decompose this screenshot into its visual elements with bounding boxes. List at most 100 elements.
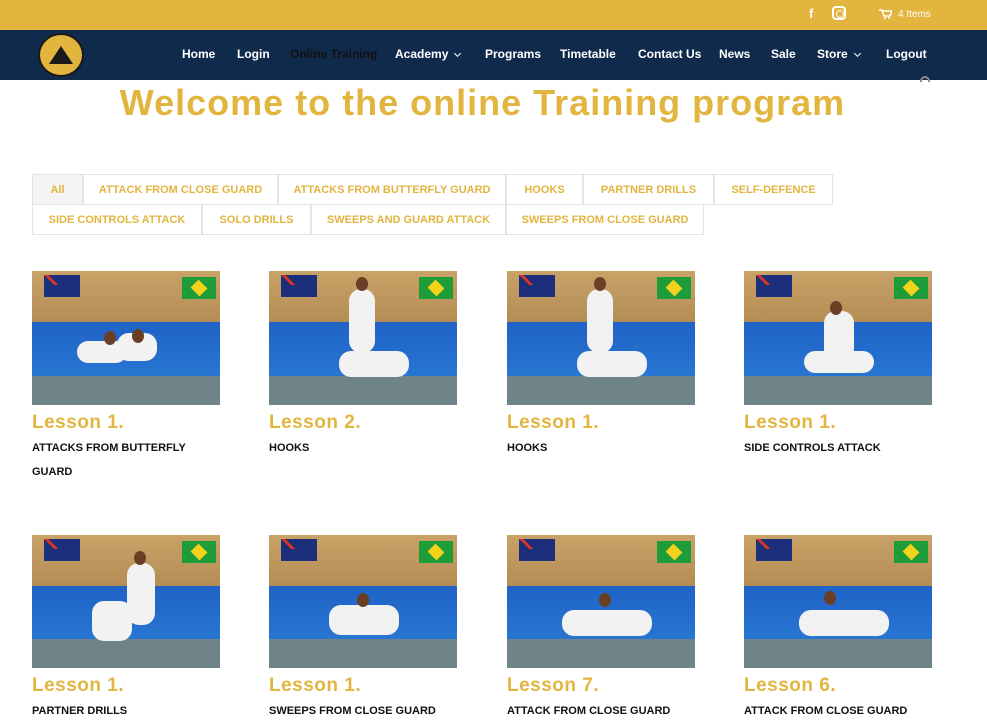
athlete-figure — [577, 351, 647, 377]
brazil-flag-icon — [182, 277, 216, 299]
thumbnail-floor — [269, 375, 457, 405]
athlete-head — [356, 277, 368, 291]
athlete-figure — [562, 610, 652, 636]
filter-sweeps-from-close-guard[interactable]: SWEEPS FROM CLOSE GUARD — [506, 204, 704, 235]
athlete-figure — [339, 351, 409, 377]
filter-attacks-from-butterfly-guard[interactable]: ATTACKS FROM BUTTERFLY GUARD — [278, 174, 506, 205]
athlete-head — [599, 593, 611, 607]
nav-label: Online Training — [290, 47, 378, 61]
athlete-head — [830, 301, 842, 315]
top-bar: f 4 Items — [0, 0, 987, 30]
nav-item-login[interactable]: Login — [237, 47, 270, 61]
nav-item-store[interactable]: Store — [817, 47, 861, 61]
nav-label: Contact Us — [638, 47, 702, 61]
thumbnail-floor — [744, 375, 932, 405]
lesson-category[interactable]: ATTACKS FROM BUTTERFLY GUARD — [32, 436, 197, 484]
lesson-thumbnail[interactable] — [744, 535, 932, 668]
filter-hooks[interactable]: HOOKS — [506, 174, 583, 205]
nav-item-academy[interactable]: Academy — [395, 47, 462, 61]
nav-label: Logout — [886, 47, 927, 61]
lesson-title[interactable]: Lesson 1. — [32, 412, 124, 434]
facebook-icon[interactable]: f — [809, 6, 813, 21]
nav-item-programs[interactable]: Programs — [485, 47, 541, 61]
australia-flag-icon — [756, 275, 792, 297]
australia-flag-icon — [756, 539, 792, 561]
lesson-title[interactable]: Lesson 1. — [32, 675, 124, 697]
athlete-figure — [587, 289, 613, 353]
lesson-thumbnail[interactable] — [269, 271, 457, 405]
cart-count[interactable]: 4 Items — [898, 9, 931, 20]
nav-label: Academy — [395, 47, 449, 61]
lesson-thumbnail[interactable] — [507, 271, 695, 405]
australia-flag-icon — [281, 275, 317, 297]
athlete-figure — [329, 605, 399, 635]
nav-item-logout[interactable]: Logout — [886, 47, 927, 61]
australia-flag-icon — [519, 275, 555, 297]
filter-sweeps-and-guard-attack[interactable]: SWEEPS AND GUARD ATTACK — [311, 204, 506, 235]
thumbnail-floor — [32, 375, 220, 405]
nav-item-sale[interactable]: Sale — [771, 47, 796, 61]
instagram-icon[interactable] — [832, 6, 846, 20]
lesson-category[interactable]: PARTNER DRILLS — [32, 699, 222, 721]
athlete-figure — [349, 289, 375, 353]
lesson-thumbnail[interactable] — [32, 535, 220, 668]
lesson-title[interactable]: Lesson 2. — [269, 412, 361, 434]
filter-partner-drills[interactable]: PARTNER DRILLS — [583, 174, 714, 205]
lesson-thumbnail[interactable] — [507, 535, 695, 668]
athlete-head — [357, 593, 369, 607]
lesson-category[interactable]: ATTACK FROM CLOSE GUARD — [507, 699, 697, 721]
australia-flag-icon — [44, 275, 80, 297]
lesson-title[interactable]: Lesson 1. — [744, 412, 836, 434]
athlete-head — [132, 329, 144, 343]
lesson-title[interactable]: Lesson 6. — [744, 675, 836, 697]
brazil-flag-icon — [657, 541, 691, 563]
filter-side-controls-attack[interactable]: SIDE CONTROLS ATTACK — [32, 204, 202, 235]
nav-item-home[interactable]: Home — [182, 47, 215, 61]
nav-label: News — [719, 47, 751, 61]
nav-item-contact-us[interactable]: Contact Us — [638, 47, 701, 61]
lesson-thumbnail[interactable] — [32, 271, 220, 405]
filter-solo-drills[interactable]: SOLO DRILLS — [202, 204, 311, 235]
nav-label: Login — [237, 47, 270, 61]
thumbnail-floor — [507, 375, 695, 405]
nav-label: Timetable — [560, 47, 616, 61]
australia-flag-icon — [519, 539, 555, 561]
athlete-head — [134, 551, 146, 565]
lesson-title[interactable]: Lesson 1. — [269, 675, 361, 697]
filter-self-defence[interactable]: SELF-DEFENCE — [714, 174, 833, 205]
lesson-thumbnail[interactable] — [744, 271, 932, 405]
athlete-head — [824, 591, 836, 605]
athlete-figure — [804, 351, 874, 373]
australia-flag-icon — [44, 539, 80, 561]
thumbnail-floor — [744, 638, 932, 668]
lesson-category[interactable]: SIDE CONTROLS ATTACK — [744, 436, 934, 460]
thumbnail-floor — [507, 638, 695, 668]
chevron-down-icon — [853, 49, 861, 58]
filter-attack-from-close-guard[interactable]: ATTACK FROM CLOSE GUARD — [83, 174, 278, 205]
nav-item-timetable[interactable]: Timetable — [560, 47, 616, 61]
chevron-down-icon — [454, 49, 462, 58]
cart-icon[interactable] — [879, 9, 892, 19]
brazil-flag-icon — [182, 541, 216, 563]
nav-label: Sale — [771, 47, 796, 61]
brazil-flag-icon — [419, 277, 453, 299]
nav-item-online-training[interactable]: Online Training — [290, 47, 377, 61]
thumbnail-floor — [32, 638, 220, 668]
filter-all[interactable]: All — [32, 174, 83, 205]
lesson-category[interactable]: ATTACK FROM CLOSE GUARD — [744, 699, 934, 721]
lesson-category[interactable]: SWEEPS FROM CLOSE GUARD — [269, 699, 459, 721]
lesson-title[interactable]: Lesson 7. — [507, 675, 599, 697]
site-logo[interactable] — [38, 33, 84, 77]
brazil-flag-icon — [894, 277, 928, 299]
logo-triangle-icon — [49, 46, 73, 64]
athlete-figure — [799, 610, 889, 636]
athlete-head — [594, 277, 606, 291]
lesson-thumbnail[interactable] — [269, 535, 457, 668]
lesson-category[interactable]: HOOKS — [269, 436, 459, 460]
nav-label: Home — [182, 47, 216, 61]
nav-item-news[interactable]: News — [719, 47, 750, 61]
nav-label: Store — [817, 47, 848, 61]
brazil-flag-icon — [657, 277, 691, 299]
lesson-category[interactable]: HOOKS — [507, 436, 697, 460]
lesson-title[interactable]: Lesson 1. — [507, 412, 599, 434]
